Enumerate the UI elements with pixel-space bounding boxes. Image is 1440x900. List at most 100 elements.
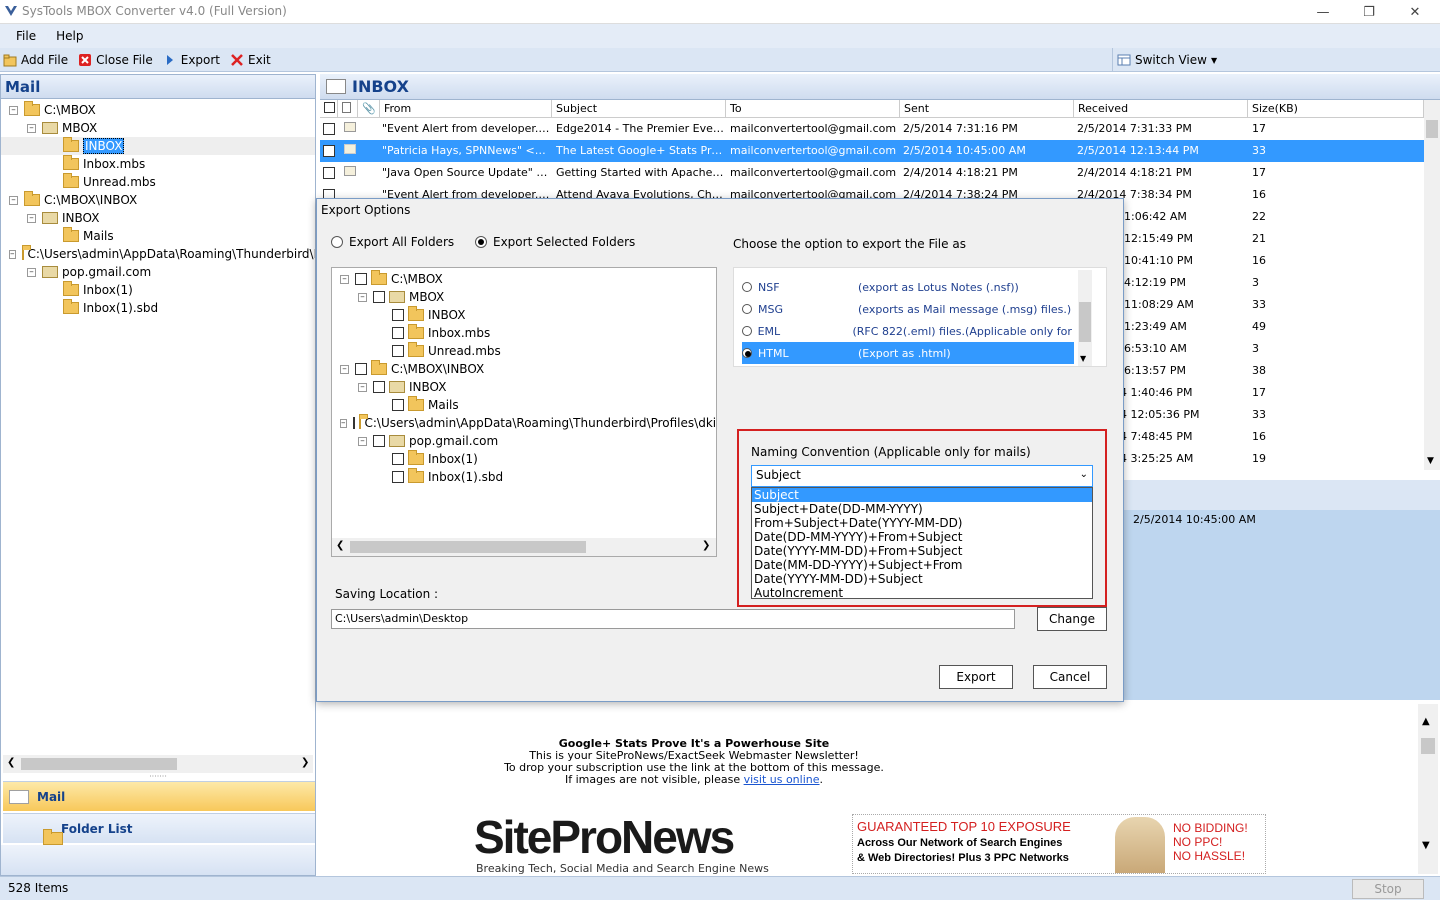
- folder-checkbox[interactable]: [352, 417, 355, 429]
- close-window-button[interactable]: ✕: [1392, 0, 1438, 24]
- scroll-right-icon[interactable]: ❯: [702, 540, 710, 551]
- format-option-html[interactable]: HTML (Export as .html): [742, 342, 1074, 364]
- tree-node[interactable]: – C:\MBOX\INBOX: [340, 360, 484, 378]
- format-option-nsf[interactable]: NSF (export as Lotus Notes (.nsf)): [742, 276, 1074, 298]
- naming-option[interactable]: Subject+Date(DD-MM-YYYY): [752, 502, 1092, 516]
- table-row[interactable]: "Event Alert from developer.co... Edge20…: [320, 118, 1424, 140]
- export-selected-radio[interactable]: Export Selected Folders: [475, 235, 635, 249]
- tree-node[interactable]: – C:\MBOX: [9, 101, 96, 119]
- type-column-header[interactable]: [338, 100, 358, 118]
- tree-node[interactable]: Inbox(1): [392, 450, 478, 468]
- tree-node[interactable]: Inbox(1): [63, 281, 133, 299]
- naming-convention-select[interactable]: Subject ⌄: [751, 465, 1093, 487]
- export-all-radio[interactable]: Export All Folders: [331, 235, 454, 249]
- format-option-msg[interactable]: MSG (exports as Mail message (.msg) files…: [742, 298, 1074, 320]
- tree-node[interactable]: – MBOX: [27, 119, 97, 137]
- tree-node[interactable]: Unread.mbs: [392, 342, 501, 360]
- nav-mail-button[interactable]: Mail: [3, 781, 315, 811]
- scroll-thumb[interactable]: [1421, 738, 1435, 754]
- tree-node-selected[interactable]: INBOX: [1, 137, 315, 155]
- exit-button[interactable]: Exit: [230, 53, 271, 67]
- column-header-size[interactable]: Size(KB): [1248, 100, 1424, 118]
- collapse-icon[interactable]: –: [9, 249, 16, 259]
- tree-node[interactable]: INBOX: [392, 306, 465, 324]
- scroll-left-icon[interactable]: ❮: [7, 757, 15, 768]
- tree-node[interactable]: Inbox.mbs: [392, 324, 490, 342]
- radio-button[interactable]: [742, 282, 752, 292]
- add-file-button[interactable]: Add File: [3, 53, 68, 67]
- tree-node[interactable]: Mails: [392, 396, 459, 414]
- radio-button[interactable]: [742, 304, 752, 314]
- scroll-right-icon[interactable]: ❯: [301, 757, 309, 768]
- radio-button-selected[interactable]: [475, 236, 487, 248]
- collapse-icon[interactable]: –: [358, 292, 367, 302]
- naming-option[interactable]: Date(YYYY-MM-DD)+Subject: [752, 572, 1092, 586]
- scroll-thumb[interactable]: [21, 758, 177, 770]
- scroll-down-icon[interactable]: ▼: [1422, 840, 1430, 851]
- collapse-icon[interactable]: –: [27, 267, 36, 277]
- radio-button[interactable]: [331, 236, 343, 248]
- collapse-icon[interactable]: –: [340, 418, 347, 428]
- tree-horizontal-scrollbar[interactable]: ❮ ❯: [332, 538, 716, 556]
- folder-checkbox[interactable]: [373, 381, 385, 393]
- radio-button-selected[interactable]: [742, 348, 752, 358]
- cancel-button[interactable]: Cancel: [1033, 665, 1107, 689]
- folder-checkbox[interactable]: [392, 327, 404, 339]
- tree-node[interactable]: – C:\Users\admin\AppData\Roaming\Thunderb…: [9, 245, 315, 263]
- tree-node[interactable]: – INBOX: [27, 209, 99, 227]
- table-row-selected[interactable]: "Patricia Hays, SPNNews" <spn... The Lat…: [320, 140, 1424, 162]
- column-header-to[interactable]: To: [726, 100, 900, 118]
- folder-checkbox[interactable]: [392, 453, 404, 465]
- nav-folder-list-button[interactable]: Folder List: [3, 813, 315, 845]
- tree-node[interactable]: Inbox(1).sbd: [63, 299, 158, 317]
- radio-button[interactable]: [742, 326, 752, 336]
- tree-node[interactable]: Inbox.mbs: [63, 155, 145, 173]
- export-toolbar-button[interactable]: Export: [163, 53, 220, 67]
- naming-option[interactable]: Subject: [752, 488, 1092, 502]
- naming-option[interactable]: Date(DD-MM-YYYY)+From+Subject: [752, 530, 1092, 544]
- folder-checkbox[interactable]: [392, 309, 404, 321]
- column-header-sent[interactable]: Sent: [900, 100, 1074, 118]
- collapse-icon[interactable]: –: [27, 123, 36, 133]
- collapse-icon[interactable]: –: [27, 213, 36, 223]
- tree-node[interactable]: – pop.gmail.com: [27, 263, 151, 281]
- tree-node[interactable]: Mails: [63, 227, 114, 245]
- collapse-icon[interactable]: –: [358, 436, 367, 446]
- select-all-checkbox[interactable]: [324, 102, 335, 113]
- collapse-icon[interactable]: –: [9, 195, 18, 205]
- collapse-icon[interactable]: –: [358, 382, 367, 392]
- collapse-icon[interactable]: –: [9, 105, 18, 115]
- menu-help[interactable]: Help: [46, 29, 93, 43]
- stop-button[interactable]: Stop: [1352, 879, 1424, 899]
- folder-checkbox[interactable]: [355, 363, 367, 375]
- close-file-button[interactable]: Close File: [78, 53, 153, 67]
- minimize-button[interactable]: —: [1300, 0, 1346, 24]
- column-header-received[interactable]: Received: [1074, 100, 1248, 118]
- change-button[interactable]: Change: [1037, 607, 1107, 631]
- left-horizontal-scrollbar[interactable]: ❮ ❯: [3, 755, 313, 773]
- naming-option[interactable]: Date(MM-DD-YYYY)+Subject+From: [752, 558, 1092, 572]
- tree-node[interactable]: – INBOX: [358, 378, 446, 396]
- grid-vertical-scrollbar[interactable]: ▼: [1424, 100, 1440, 470]
- row-checkbox[interactable]: [323, 123, 335, 135]
- folder-checkbox[interactable]: [392, 399, 404, 411]
- menu-file[interactable]: File: [6, 29, 46, 43]
- row-checkbox[interactable]: [323, 167, 335, 179]
- tree-node[interactable]: – C:\MBOX: [340, 270, 443, 288]
- naming-option[interactable]: From+Subject+Date(YYYY-MM-DD): [752, 516, 1092, 530]
- scroll-down-icon[interactable]: ▼: [1427, 456, 1434, 466]
- visit-online-link[interactable]: visit us online: [744, 773, 820, 786]
- format-list-scrollbar[interactable]: ▼: [1078, 270, 1092, 366]
- scroll-up-icon[interactable]: ▲: [1422, 716, 1430, 727]
- column-header-from[interactable]: From: [380, 100, 552, 118]
- scroll-thumb[interactable]: [350, 541, 586, 553]
- folder-checkbox[interactable]: [373, 435, 385, 447]
- naming-option[interactable]: AutoIncrement: [752, 586, 1092, 600]
- row-checkbox[interactable]: [323, 145, 335, 157]
- tree-node[interactable]: – MBOX: [358, 288, 444, 306]
- select-all-column[interactable]: [320, 100, 338, 118]
- attachment-column-header[interactable]: 📎: [358, 100, 380, 118]
- tree-node[interactable]: – pop.gmail.com: [358, 432, 498, 450]
- tree-node[interactable]: – C:\MBOX\INBOX: [9, 191, 137, 209]
- scroll-thumb[interactable]: [1079, 302, 1091, 342]
